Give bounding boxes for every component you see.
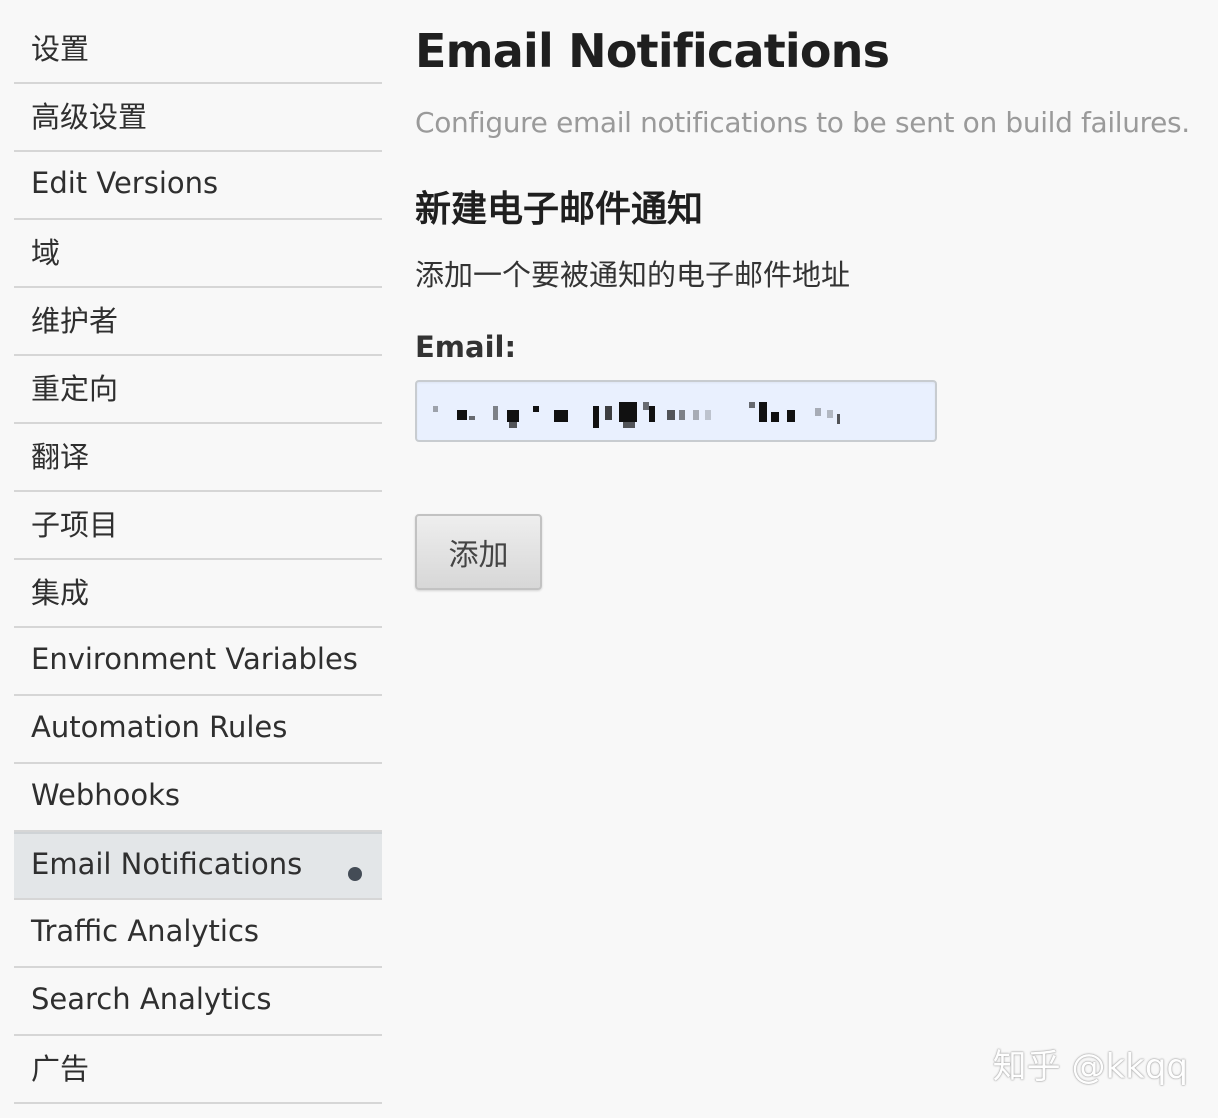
sidebar-item-subprojects[interactable]: 子项目 <box>14 492 382 560</box>
sidebar-item-label: 重定向 <box>31 372 119 406</box>
sidebar-item-label: Search Analytics <box>31 982 272 1016</box>
sidebar-item-label: 维护者 <box>31 304 119 338</box>
sidebar-item-search-analytics[interactable]: Search Analytics <box>14 968 382 1036</box>
sidebar-item-label: Email Notifications <box>31 847 303 881</box>
sidebar-item-label: Automation Rules <box>31 710 288 744</box>
section-title: 新建电子邮件通知 <box>415 189 704 230</box>
watermark: 知乎 @kkqq <box>992 1047 1188 1087</box>
sidebar-item-label: 子项目 <box>31 508 119 542</box>
sidebar-item-redirects[interactable]: 重定向 <box>14 356 382 424</box>
sidebar-item-advertising[interactable]: 广告 <box>14 1036 382 1104</box>
sidebar-item-traffic-analytics[interactable]: Traffic Analytics <box>14 900 382 968</box>
sidebar-item-label: Webhooks <box>31 778 180 812</box>
sidebar-item-automation-rules[interactable]: Automation Rules <box>14 696 382 764</box>
sidebar-item-edit-versions[interactable]: Edit Versions <box>14 152 382 220</box>
page-subtitle: Configure email notifications to be sent… <box>415 106 1190 139</box>
sidebar-item-label: 翻译 <box>31 440 90 474</box>
sidebar-item-domains[interactable]: 域 <box>14 220 382 288</box>
sidebar-item-label: Edit Versions <box>31 166 219 200</box>
sidebar-item-label: 设置 <box>31 32 90 66</box>
active-indicator-dot <box>348 867 362 881</box>
section-description: 添加一个要被通知的电子邮件地址 <box>415 258 851 292</box>
sidebar-item-translations[interactable]: 翻译 <box>14 424 382 492</box>
sidebar-item-label: 域 <box>31 236 61 270</box>
sidebar-item-label: Traffic Analytics <box>31 914 260 948</box>
sidebar: 设置 高级设置 Edit Versions 域 维护者 重定向 翻译 子项目 集… <box>14 16 382 1104</box>
sidebar-item-integrations[interactable]: 集成 <box>14 560 382 628</box>
redacted-email-value <box>429 400 859 428</box>
page-title: Email Notifications <box>415 24 890 78</box>
sidebar-item-label: 广告 <box>31 1052 90 1086</box>
sidebar-item-advanced-settings[interactable]: 高级设置 <box>14 84 382 152</box>
email-label: Email: <box>415 330 517 364</box>
sidebar-item-environment-variables[interactable]: Environment Variables <box>14 628 382 696</box>
sidebar-item-settings[interactable]: 设置 <box>14 16 382 84</box>
sidebar-item-email-notifications[interactable]: Email Notifications <box>14 832 382 900</box>
email-field[interactable] <box>415 380 937 442</box>
sidebar-item-maintainers[interactable]: 维护者 <box>14 288 382 356</box>
sidebar-item-label: Environment Variables <box>31 642 358 676</box>
sidebar-item-label: 高级设置 <box>31 100 148 134</box>
sidebar-item-label: 集成 <box>31 576 90 610</box>
sidebar-item-webhooks[interactable]: Webhooks <box>14 764 382 832</box>
add-button[interactable]: 添加 <box>415 514 542 590</box>
